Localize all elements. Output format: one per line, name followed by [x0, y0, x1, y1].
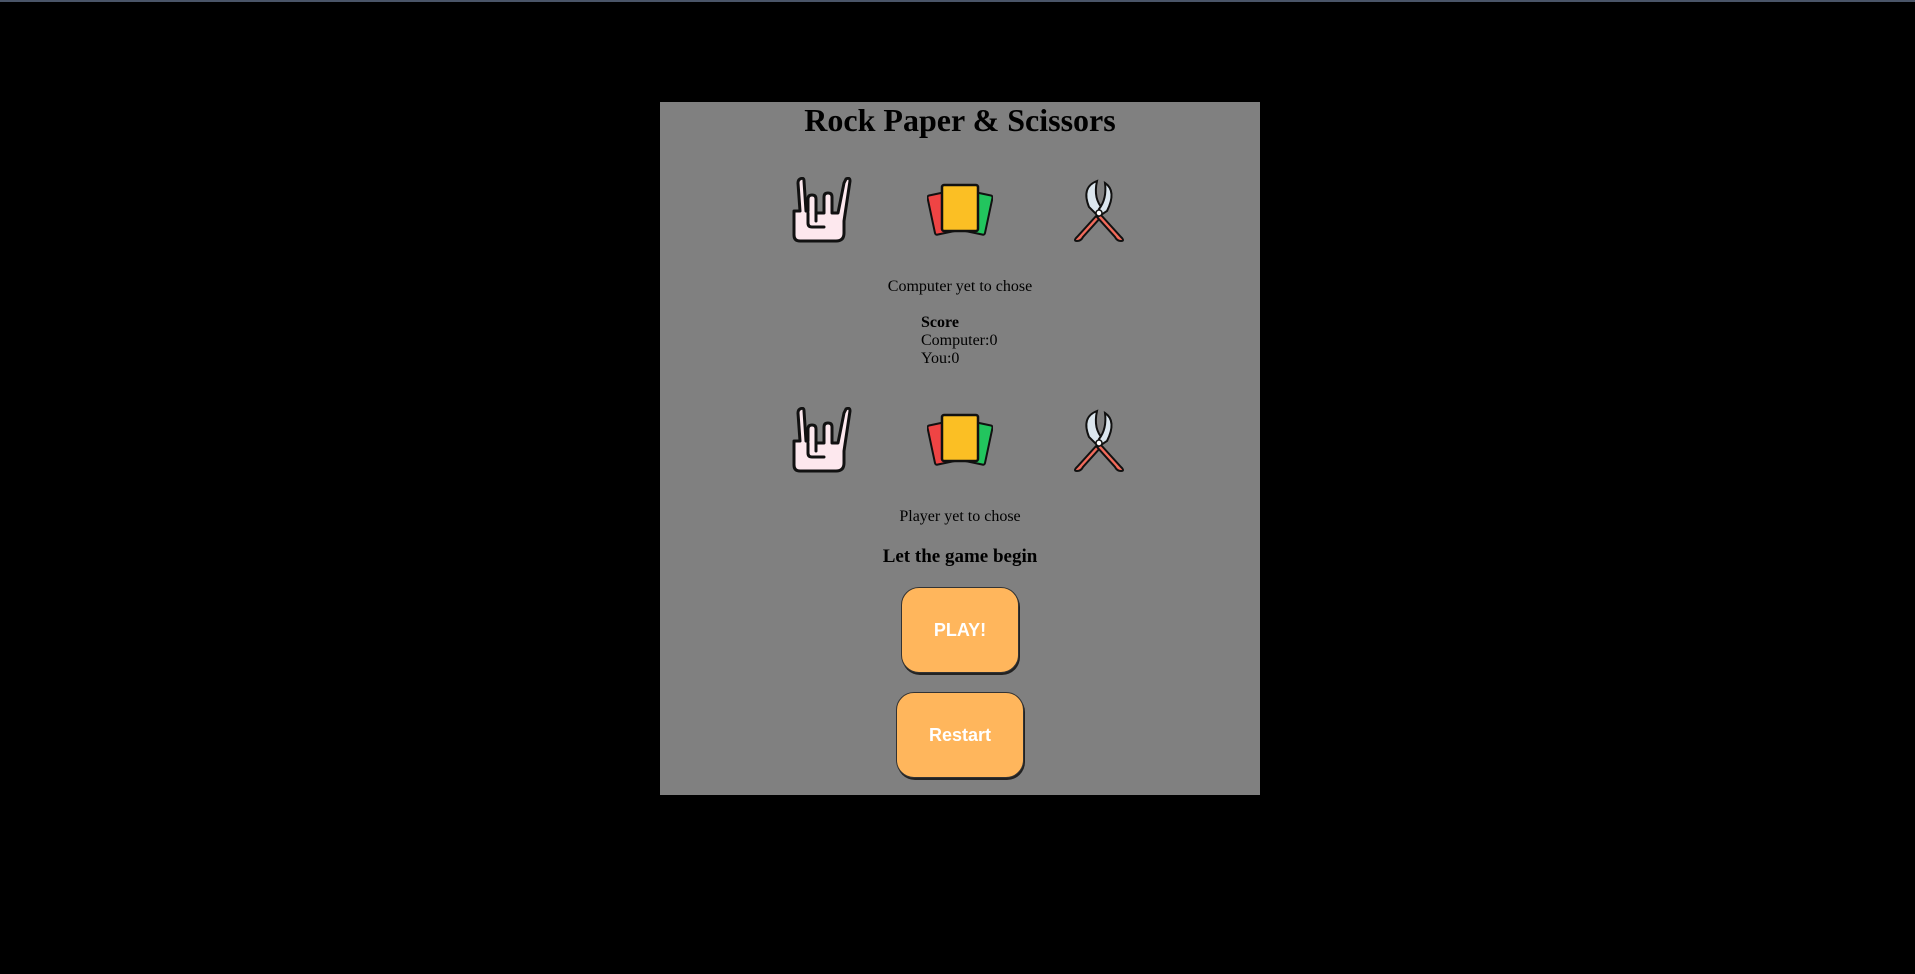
computer-score-label: Computer: [921, 332, 990, 349]
computer-scissors-choice [1064, 174, 1136, 246]
player-score: You:0 [921, 350, 997, 368]
play-button[interactable]: PLAY! [901, 587, 1019, 673]
paper-cards-icon [927, 413, 993, 466]
window-top-border [0, 0, 1915, 2]
scissors-icon [1074, 179, 1124, 243]
player-choices [660, 404, 1260, 476]
game-message: Let the game begin [882, 546, 1038, 567]
computer-choices [660, 174, 1260, 246]
score-title: Score [921, 314, 959, 331]
scissors-icon [1074, 409, 1124, 473]
game-title: Rock Paper & Scissors [804, 102, 1116, 138]
rock-hand-icon [792, 407, 852, 473]
computer-status: Computer yet to chose [887, 278, 1033, 295]
player-score-value: 0 [951, 350, 960, 367]
player-paper-choice[interactable] [924, 404, 996, 476]
computer-score-value: 0 [989, 332, 998, 349]
computer-score: Computer:0 [921, 332, 997, 350]
player-scissors-choice[interactable] [1064, 404, 1136, 476]
score-board: Score Computer:0 You:0 [921, 314, 997, 368]
game-panel: Rock Paper & Scissors Computer yet to ch… [660, 102, 1260, 795]
paper-cards-icon [927, 183, 993, 236]
rock-hand-icon [792, 177, 852, 243]
computer-paper-choice [924, 174, 996, 246]
player-status: Player yet to chose [899, 508, 1021, 525]
restart-button[interactable]: Restart [896, 692, 1024, 778]
player-rock-choice[interactable] [783, 404, 855, 476]
player-score-label: You: [921, 350, 952, 367]
computer-rock-choice [783, 174, 855, 246]
